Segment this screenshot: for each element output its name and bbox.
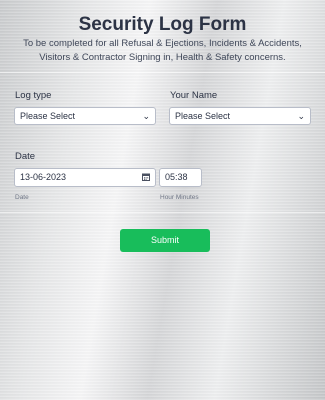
chevron-down-icon: ⌄ — [297, 111, 305, 121]
your-name-select[interactable]: Please Select ⌄ — [169, 107, 311, 125]
your-name-value: Please Select — [175, 111, 231, 121]
footer-divider — [0, 212, 325, 213]
submit-button[interactable]: Submit — [120, 229, 210, 252]
date-sublabel: Date — [15, 194, 29, 201]
form-title: Security Log Form — [78, 14, 247, 35]
date-label: Date — [15, 151, 36, 162]
log-type-select[interactable]: Please Select ⌄ — [14, 107, 156, 125]
time-value: 05:38 — [165, 172, 188, 182]
log-type-label: Log type — [15, 90, 52, 101]
form-subtitle: To be completed for all Refusal & Ejecti… — [23, 38, 302, 63]
calendar-icon[interactable] — [142, 173, 150, 181]
header-divider — [0, 72, 325, 73]
chevron-down-icon: ⌄ — [142, 111, 150, 121]
time-sublabel: Hour Minutes — [160, 194, 199, 201]
time-input[interactable]: 05:38 — [159, 168, 202, 187]
date-input[interactable]: 13-06-2023 — [14, 168, 156, 187]
date-value: 13-06-2023 — [20, 172, 67, 182]
log-type-value: Please Select — [20, 111, 76, 121]
your-name-label: Your Name — [170, 90, 218, 101]
